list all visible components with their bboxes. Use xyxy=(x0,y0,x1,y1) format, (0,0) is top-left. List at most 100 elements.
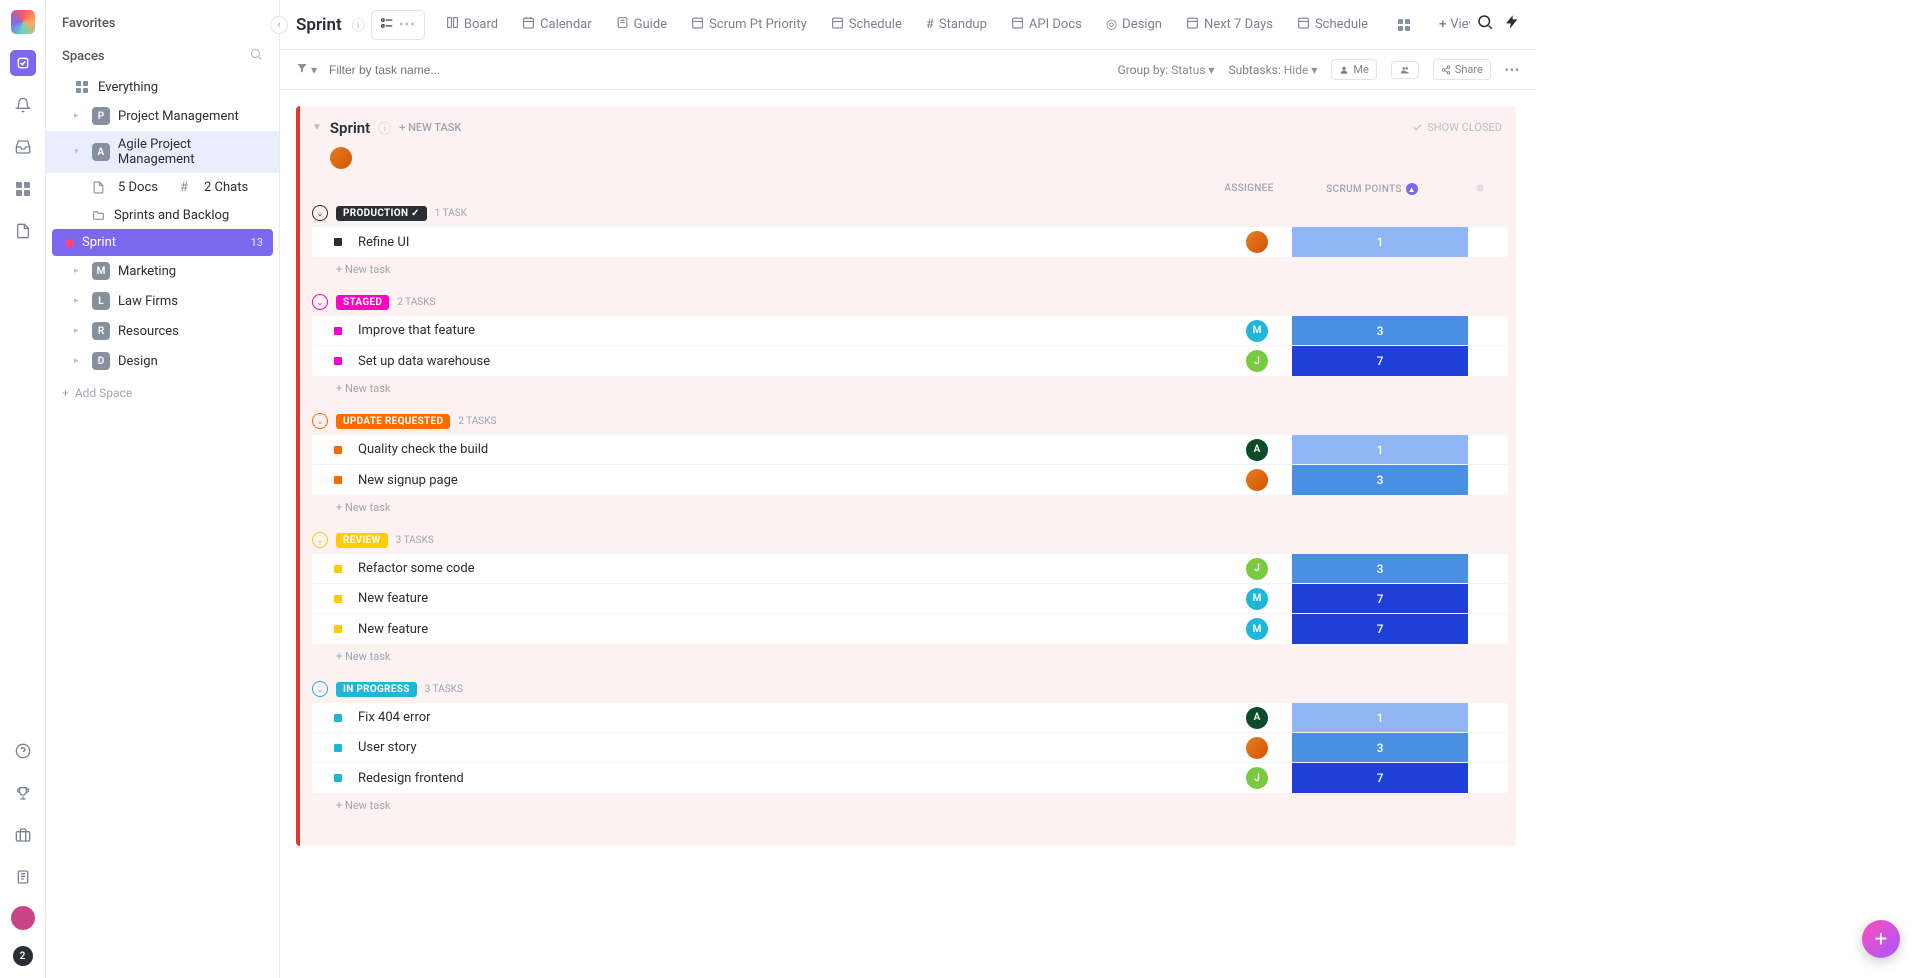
sprint-list-row[interactable]: Sprint 13 xyxy=(52,229,273,256)
assignee-avatar[interactable] xyxy=(1246,231,1268,253)
task-row[interactable]: Set up data warehouse J 7 xyxy=(312,346,1508,376)
task-row[interactable]: User story 3 xyxy=(312,733,1508,763)
assignee-avatar[interactable]: J xyxy=(1246,767,1268,789)
task-row[interactable]: New signup page 3 xyxy=(312,465,1508,495)
assignee-avatar[interactable] xyxy=(1246,469,1268,491)
view-tab-schedule[interactable]: Schedule xyxy=(1288,10,1377,39)
space-row-design[interactable]: ▸ D Design xyxy=(46,346,279,376)
collapse-group-icon[interactable]: ⌄ xyxy=(312,205,328,221)
filter-icon[interactable]: ▾ xyxy=(296,62,317,77)
new-task-button[interactable]: + New task xyxy=(312,495,1508,514)
docs-row[interactable]: 5 Docs # 2 Chats xyxy=(46,173,279,201)
points-cell[interactable]: 1 xyxy=(1292,703,1468,732)
points-cell[interactable]: 7 xyxy=(1292,346,1468,376)
points-cell[interactable]: 3 xyxy=(1292,733,1468,762)
more-icon[interactable]: ••• xyxy=(1505,63,1520,77)
status-badge[interactable]: IN PROGRESS xyxy=(336,682,417,697)
add-column-icon[interactable]: ⊕ xyxy=(1460,183,1500,195)
briefcase-icon[interactable] xyxy=(10,822,36,848)
new-task-button[interactable]: + New task xyxy=(312,644,1508,663)
assignee-header[interactable]: ASSIGNEE xyxy=(1214,183,1284,195)
workspace-badge[interactable]: 2 xyxy=(13,946,33,966)
automations-icon[interactable] xyxy=(1504,14,1520,35)
space-row-project-management[interactable]: ▸ P Project Management xyxy=(46,101,279,131)
assignee-avatar[interactable]: M xyxy=(1246,320,1268,342)
assignee-avatar[interactable]: A xyxy=(1246,439,1268,461)
space-row-agile-project-management[interactable]: ▾ A Agile Project Management xyxy=(46,131,279,173)
points-header[interactable]: SCRUM POINTS ▲ xyxy=(1284,183,1460,195)
everything-row[interactable]: Everything xyxy=(46,73,279,101)
app-logo-icon[interactable] xyxy=(11,10,35,34)
collapse-icon[interactable]: ▼ xyxy=(312,122,322,133)
points-cell[interactable]: 7 xyxy=(1292,584,1468,613)
new-task-button[interactable]: + NEW TASK xyxy=(399,121,461,134)
dashboards-icon[interactable] xyxy=(10,176,36,202)
spaces-section[interactable]: Spaces xyxy=(46,39,279,73)
assignees-button[interactable] xyxy=(1391,61,1419,79)
trophy-icon[interactable] xyxy=(10,780,36,806)
points-cell[interactable]: 3 xyxy=(1292,465,1468,495)
space-row-resources[interactable]: ▸ R Resources xyxy=(46,316,279,346)
subtasks-control[interactable]: Subtasks: Hide ▾ xyxy=(1228,63,1317,77)
assignee-avatar[interactable]: M xyxy=(1246,618,1268,640)
me-filter-button[interactable]: Me xyxy=(1331,59,1376,80)
user-avatar[interactable] xyxy=(11,906,35,930)
task-row[interactable]: Redesign frontend J 7 xyxy=(312,763,1508,793)
collapse-sidebar-icon[interactable]: ‹ xyxy=(270,16,288,34)
status-badge[interactable]: UPDATE REQUESTED xyxy=(336,414,450,429)
bell-icon[interactable] xyxy=(10,92,36,118)
points-cell[interactable]: 1 xyxy=(1292,227,1468,257)
folder-row[interactable]: Sprints and Backlog xyxy=(46,201,279,229)
filter-input[interactable] xyxy=(329,63,509,77)
task-row[interactable]: New feature M 7 xyxy=(312,584,1508,614)
view-tab-api-docs[interactable]: API Docs xyxy=(1002,10,1091,39)
add-view-button[interactable]: + View xyxy=(1431,13,1470,36)
assignee-avatar[interactable] xyxy=(1246,737,1268,759)
points-cell[interactable]: 3 xyxy=(1292,554,1468,583)
group-by-control[interactable]: Group by: Status ▾ xyxy=(1118,63,1215,77)
task-row[interactable]: Improve that feature M 3 xyxy=(312,316,1508,346)
space-row-marketing[interactable]: ▸ M Marketing xyxy=(46,256,279,286)
points-cell[interactable]: 7 xyxy=(1292,763,1468,793)
task-row[interactable]: Quality check the build A 1 xyxy=(312,435,1508,465)
view-tab-calendar[interactable]: Calendar xyxy=(513,10,601,39)
home-icon[interactable] xyxy=(10,50,36,76)
tab-menu-icon[interactable]: ••• xyxy=(399,17,416,33)
collapse-group-icon[interactable]: ⌄ xyxy=(312,532,328,548)
sprint-avatar[interactable] xyxy=(330,147,352,169)
info-icon[interactable]: ⓘ xyxy=(378,118,391,137)
status-badge[interactable]: PRODUCTION ✓ xyxy=(336,206,427,221)
view-tab-design[interactable]: ◎Design xyxy=(1097,11,1171,38)
collapse-group-icon[interactable]: ⌄ xyxy=(312,294,328,310)
help-icon[interactable] xyxy=(10,738,36,764)
show-closed-button[interactable]: SHOW CLOSED xyxy=(1412,121,1502,134)
new-task-button[interactable]: + New task xyxy=(312,376,1508,395)
collapse-group-icon[interactable]: ⌄ xyxy=(312,681,328,697)
view-tab-schedule[interactable]: Schedule xyxy=(822,10,911,39)
points-cell[interactable]: 1 xyxy=(1292,435,1468,464)
space-row-law-firms[interactable]: ▸ L Law Firms xyxy=(46,286,279,316)
view-tab-scrum-pt-priority[interactable]: Scrum Pt Priority xyxy=(682,10,816,39)
new-task-button[interactable]: + New task xyxy=(312,257,1508,276)
task-row[interactable]: Fix 404 error A 1 xyxy=(312,703,1508,733)
view-tab-standup[interactable]: #Standup xyxy=(917,11,996,38)
task-row[interactable]: Refine UI 1 xyxy=(312,227,1508,257)
assignee-avatar[interactable]: A xyxy=(1246,707,1268,729)
add-space-button[interactable]: + Add Space xyxy=(46,376,279,410)
search-icon[interactable] xyxy=(249,47,263,65)
task-row[interactable]: Refactor some code J 3 xyxy=(312,554,1508,584)
assignee-avatar[interactable]: M xyxy=(1246,588,1268,610)
list-view-tab[interactable]: ••• xyxy=(371,10,425,40)
search-icon[interactable] xyxy=(1476,13,1494,36)
points-cell[interactable]: 3 xyxy=(1292,316,1468,345)
new-task-button[interactable]: + New task xyxy=(312,793,1508,812)
status-badge[interactable]: REVIEW xyxy=(336,533,388,548)
share-button[interactable]: Share xyxy=(1433,59,1491,80)
inbox-icon[interactable] xyxy=(10,134,36,160)
assignee-avatar[interactable]: J xyxy=(1246,350,1268,372)
info-icon[interactable]: ⓘ xyxy=(352,15,365,34)
view-tab-next-7-days[interactable]: Next 7 Days xyxy=(1177,10,1282,39)
docs-icon[interactable] xyxy=(10,218,36,244)
collapse-group-icon[interactable]: ⌄ xyxy=(312,413,328,429)
favorites-section[interactable]: Favorites xyxy=(46,8,279,39)
